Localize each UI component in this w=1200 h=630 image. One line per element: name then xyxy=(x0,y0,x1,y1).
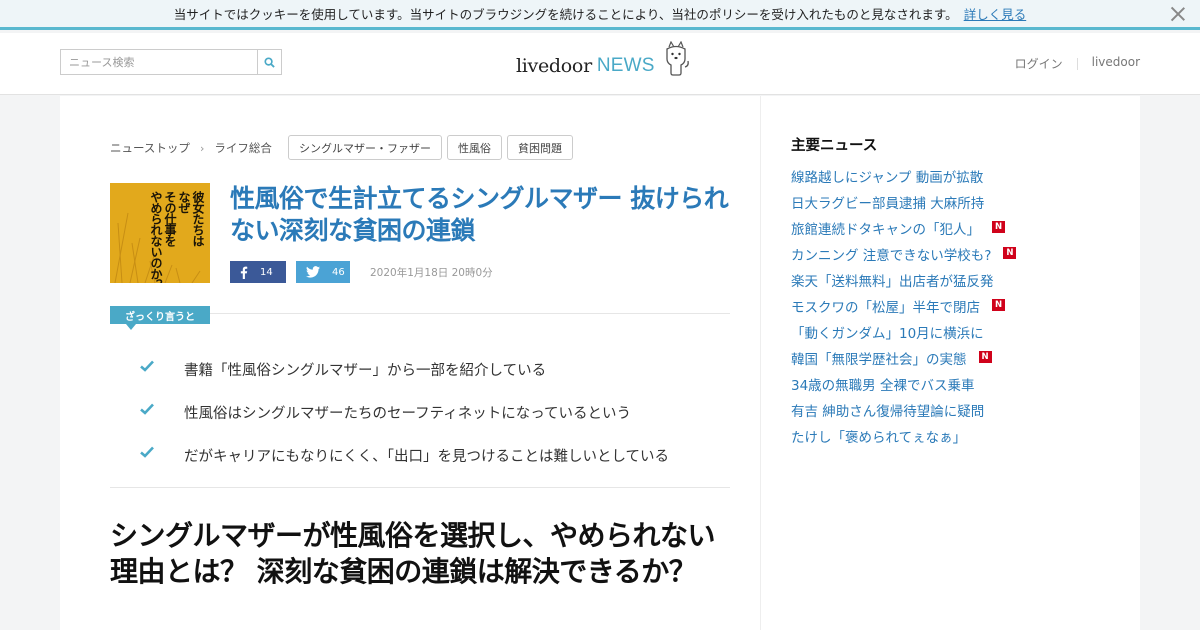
new-badge: N xyxy=(978,351,992,363)
search-icon xyxy=(264,56,275,68)
news-item-title: 有吉 紳助さん復帰待望論に疑問 xyxy=(791,404,985,420)
news-item-title: 韓国「無限学歴社会」の実態 xyxy=(791,352,967,368)
close-icon[interactable] xyxy=(1170,6,1186,22)
logo-news: NEWS xyxy=(596,55,655,76)
summary-point-text: 性風俗はシングルマザーたちのセーフティネットになっているという xyxy=(184,406,632,422)
news-item-title: 34歳の無職男 全裸でバス乗車 xyxy=(791,378,975,394)
site-header: livedoor NEWS ログイン livedoor xyxy=(0,33,1200,95)
news-item-title: モスクワの「松屋」半年で閉店 xyxy=(791,300,980,316)
summary-points: 書籍「性風俗シングルマザー」から一部を紹介している 性風俗はシングルマザーたちの… xyxy=(140,348,669,477)
news-item[interactable]: たけし「褒められてぇなぁ」 xyxy=(791,423,1016,449)
summary-divider-bottom xyxy=(110,487,730,488)
news-item[interactable]: カンニング 注意できない学校も? N xyxy=(791,241,1017,267)
dog-mascot-icon xyxy=(666,41,689,76)
news-item[interactable]: 「動くガンダム」10月に横浜に xyxy=(791,319,1016,345)
new-badge: N xyxy=(992,299,1005,311)
tag-poverty[interactable]: 貧困問題 xyxy=(507,135,573,160)
cookie-message: 当サイトではクッキーを使用しています。当サイトのブラウジングを続けることにより、… xyxy=(173,7,958,22)
news-item[interactable]: 旅館連続ドタキャンの「犯人」 N xyxy=(791,215,1016,241)
twitter-count: 46 xyxy=(332,266,345,278)
publish-date: 2020年1月18日 20時0分 xyxy=(370,267,493,279)
site-logo[interactable]: livedoor NEWS xyxy=(516,41,691,77)
news-item[interactable]: 楽天「送料無料」出店者が猛反発 xyxy=(791,267,1016,293)
breadcrumb: ニューストップ › ライフ総合 xyxy=(110,140,272,156)
news-item-title: 旅館連続ドタキャンの「犯人」 xyxy=(791,222,980,238)
summary-point-text: 書籍「性風俗シングルマザー」から一部を紹介している xyxy=(184,363,547,379)
check-icon xyxy=(140,403,154,415)
list-item: 性風俗はシングルマザーたちのセーフティネットになっているという xyxy=(140,391,669,434)
news-item-title: 楽天「送料無料」出店者が猛反発 xyxy=(791,274,994,290)
facebook-share-button[interactable]: 14 xyxy=(230,261,286,283)
tag-single-parent[interactable]: シングルマザー・ファザー xyxy=(288,135,442,160)
news-item[interactable]: 線路越しにジャンプ 動画が拡散 xyxy=(791,163,1016,189)
summary-point-text: だがキャリアにもなりにくく、「出口」を見つけることは難しいとしている xyxy=(184,449,670,465)
check-icon xyxy=(140,446,154,458)
sidebar-title: 主要ニュース xyxy=(791,138,878,154)
search-button[interactable] xyxy=(257,50,281,74)
livedoor-link[interactable]: livedoor xyxy=(1092,55,1140,72)
logo-livedoor: livedoor xyxy=(516,55,592,77)
sidebar: 主要ニュース 線路越しにジャンプ 動画が拡散 日大ラグビー部員逮捕 大麻所持 旅館連… xyxy=(760,96,1140,630)
facebook-icon xyxy=(240,266,248,279)
tag-list: シングルマザー・ファザー 性風俗 貧困問題 xyxy=(288,135,573,160)
summary-label: ざっくり言うと xyxy=(110,306,210,330)
search-box xyxy=(60,49,282,75)
news-item-title: カンニング 注意できない学校も? xyxy=(791,248,992,264)
facebook-count: 14 xyxy=(260,266,273,278)
new-badge: N xyxy=(1003,247,1017,259)
list-item: だがキャリアにもなりにくく、「出口」を見つけることは難しいとしている xyxy=(140,434,669,477)
news-item[interactable]: 日大ラグビー部員逮捕 大麻所持 xyxy=(791,189,1016,215)
login-link[interactable]: ログイン xyxy=(1015,55,1063,72)
article-headline: シングルマザーが性風俗を選択し、やめられない理由とは？ 深刻な貧困の連鎖は解決で… xyxy=(110,519,716,588)
twitter-icon xyxy=(306,266,320,278)
article-column: ニューストップ › ライフ総合 シングルマザー・ファザー 性風俗 貧困問題 彼女… xyxy=(60,96,760,630)
twitter-share-button[interactable]: 46 xyxy=(296,261,350,283)
top-news-list: 線路越しにジャンプ 動画が拡散 日大ラグビー部員逮捕 大麻所持 旅館連続ドタキャンの… xyxy=(791,163,1017,449)
news-item[interactable]: 34歳の無職男 全裸でバス乗車 xyxy=(791,371,1016,397)
breadcrumb-item-life[interactable]: ライフ総合 xyxy=(214,140,272,156)
news-item-title: たけし「褒められてぇなぁ」 xyxy=(791,430,967,446)
new-badge: N xyxy=(992,221,1005,233)
article-title[interactable]: 性風俗で生計立てるシングルマザー 抜けられない深刻な貧困の連鎖 xyxy=(230,183,730,247)
check-icon xyxy=(140,360,154,372)
news-item-title: 線路越しにジャンプ 動画が拡散 xyxy=(791,170,984,186)
news-item[interactable]: 有吉 紳助さん復帰待望論に疑問 xyxy=(791,397,1016,423)
header-nav: ログイン livedoor xyxy=(1015,55,1140,72)
nav-divider xyxy=(1076,58,1078,70)
news-item[interactable]: 韓国「無限学歴社会」の実態 N xyxy=(791,345,1016,371)
news-item-title: 「動くガンダム」10月に横浜に xyxy=(791,326,984,342)
cookie-banner: 当サイトではクッキーを使用しています。当サイトのブラウジングを続けることにより、… xyxy=(0,0,1200,30)
article-thumbnail[interactable]: 彼女たちは なぜ その仕事を やめられないのか？ xyxy=(110,183,210,283)
tag-sex-industry[interactable]: 性風俗 xyxy=(447,135,502,160)
breadcrumb-separator: › xyxy=(199,141,205,155)
summary-divider-top xyxy=(210,313,730,314)
list-item: 書籍「性風俗シングルマザー」から一部を紹介している xyxy=(140,348,669,391)
search-input[interactable] xyxy=(61,50,257,74)
breadcrumb-item-top[interactable]: ニューストップ xyxy=(110,140,190,156)
news-item-title: 日大ラグビー部員逮捕 大麻所持 xyxy=(791,196,985,212)
cookie-more-link[interactable]: 詳しく見る xyxy=(964,4,1027,23)
news-item[interactable]: モスクワの「松屋」半年で閉店 N xyxy=(791,293,1016,319)
thumbnail-book-title: 彼女たちは なぜ その仕事を やめられないのか？ xyxy=(149,191,205,283)
